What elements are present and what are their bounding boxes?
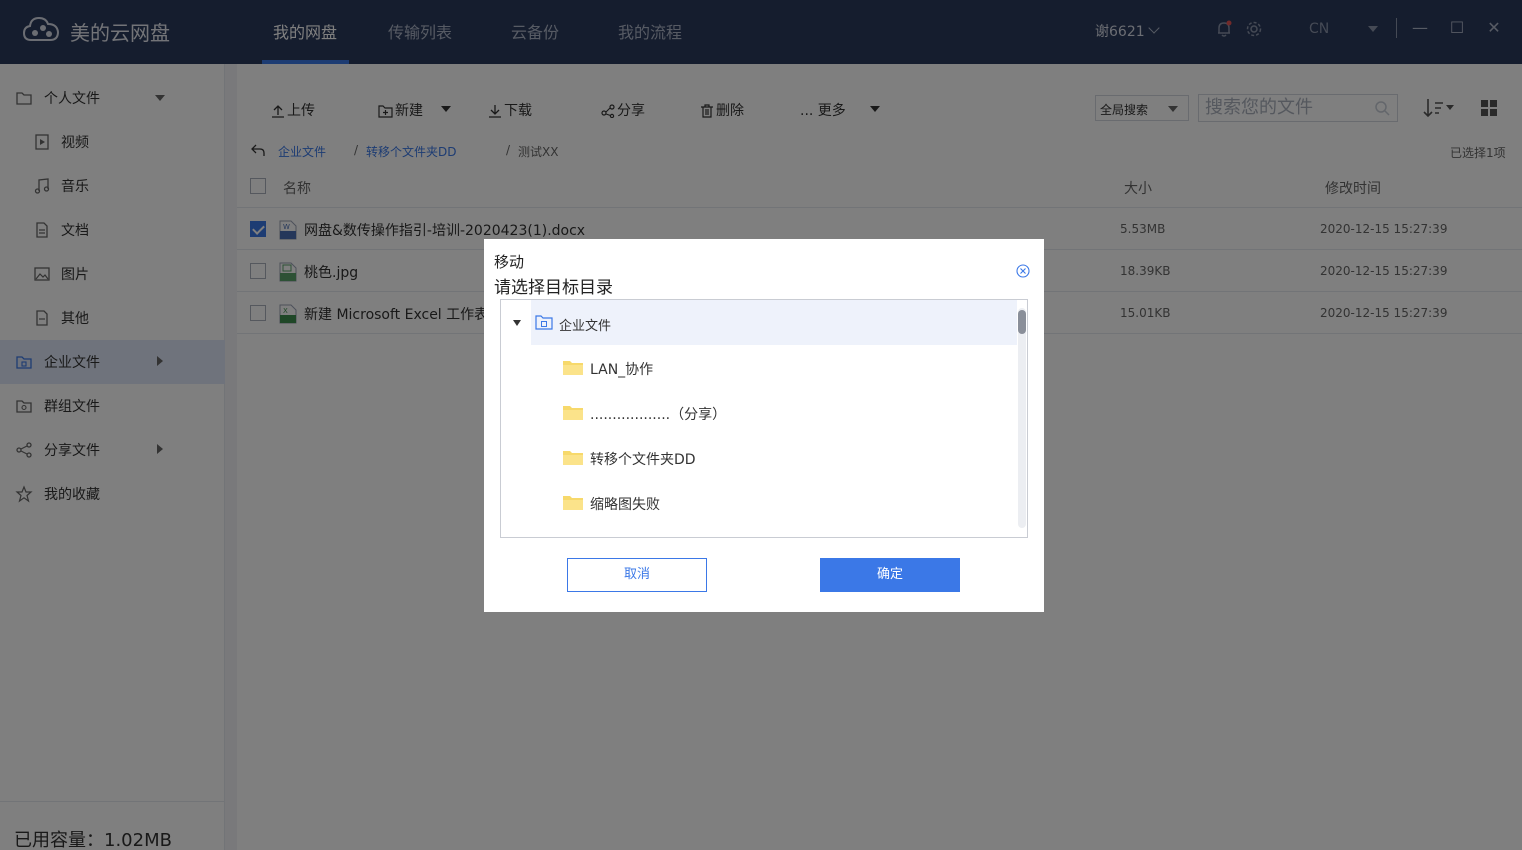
close-icon[interactable] <box>1016 264 1030 278</box>
folder-icon <box>563 496 583 510</box>
folder-tree: 企业文件 LAN_协作 ..................（分享） 转移个文件… <box>500 299 1028 538</box>
folder-icon <box>563 406 583 420</box>
enterprise-folder-icon <box>535 315 553 330</box>
scrollbar-track[interactable] <box>1018 308 1026 528</box>
folder-icon <box>563 361 583 375</box>
tree-node[interactable]: 缩略图失败 <box>563 480 1003 525</box>
tree-root-enterprise[interactable]: 企业文件 <box>531 300 1017 345</box>
tree-root-label: 企业文件 <box>559 319 612 334</box>
tree-node-label: 转移个文件夹DD <box>590 452 696 468</box>
confirm-button[interactable]: 确定 <box>820 558 960 592</box>
cancel-button[interactable]: 取消 <box>567 558 707 592</box>
tree-node-label: LAN_协作 <box>590 362 654 378</box>
folder-icon <box>563 451 583 465</box>
scrollbar-thumb[interactable] <box>1018 310 1026 334</box>
tree-node[interactable]: 转移个文件夹DD <box>563 435 1003 480</box>
tree-node[interactable]: ..................（分享） <box>563 390 1003 435</box>
dialog-subtitle: 请选择目标目录 <box>494 278 613 298</box>
move-dialog: 移动 请选择目标目录 企业文件 LAN_协作 .................… <box>484 239 1044 612</box>
dialog-title: 移动 <box>494 253 525 271</box>
caret-down-icon[interactable] <box>513 320 521 326</box>
tree-node[interactable]: LAN_协作 <box>563 345 1003 390</box>
tree-node-label: ..................（分享） <box>590 407 727 423</box>
tree-node-label: 缩略图失败 <box>590 497 660 513</box>
